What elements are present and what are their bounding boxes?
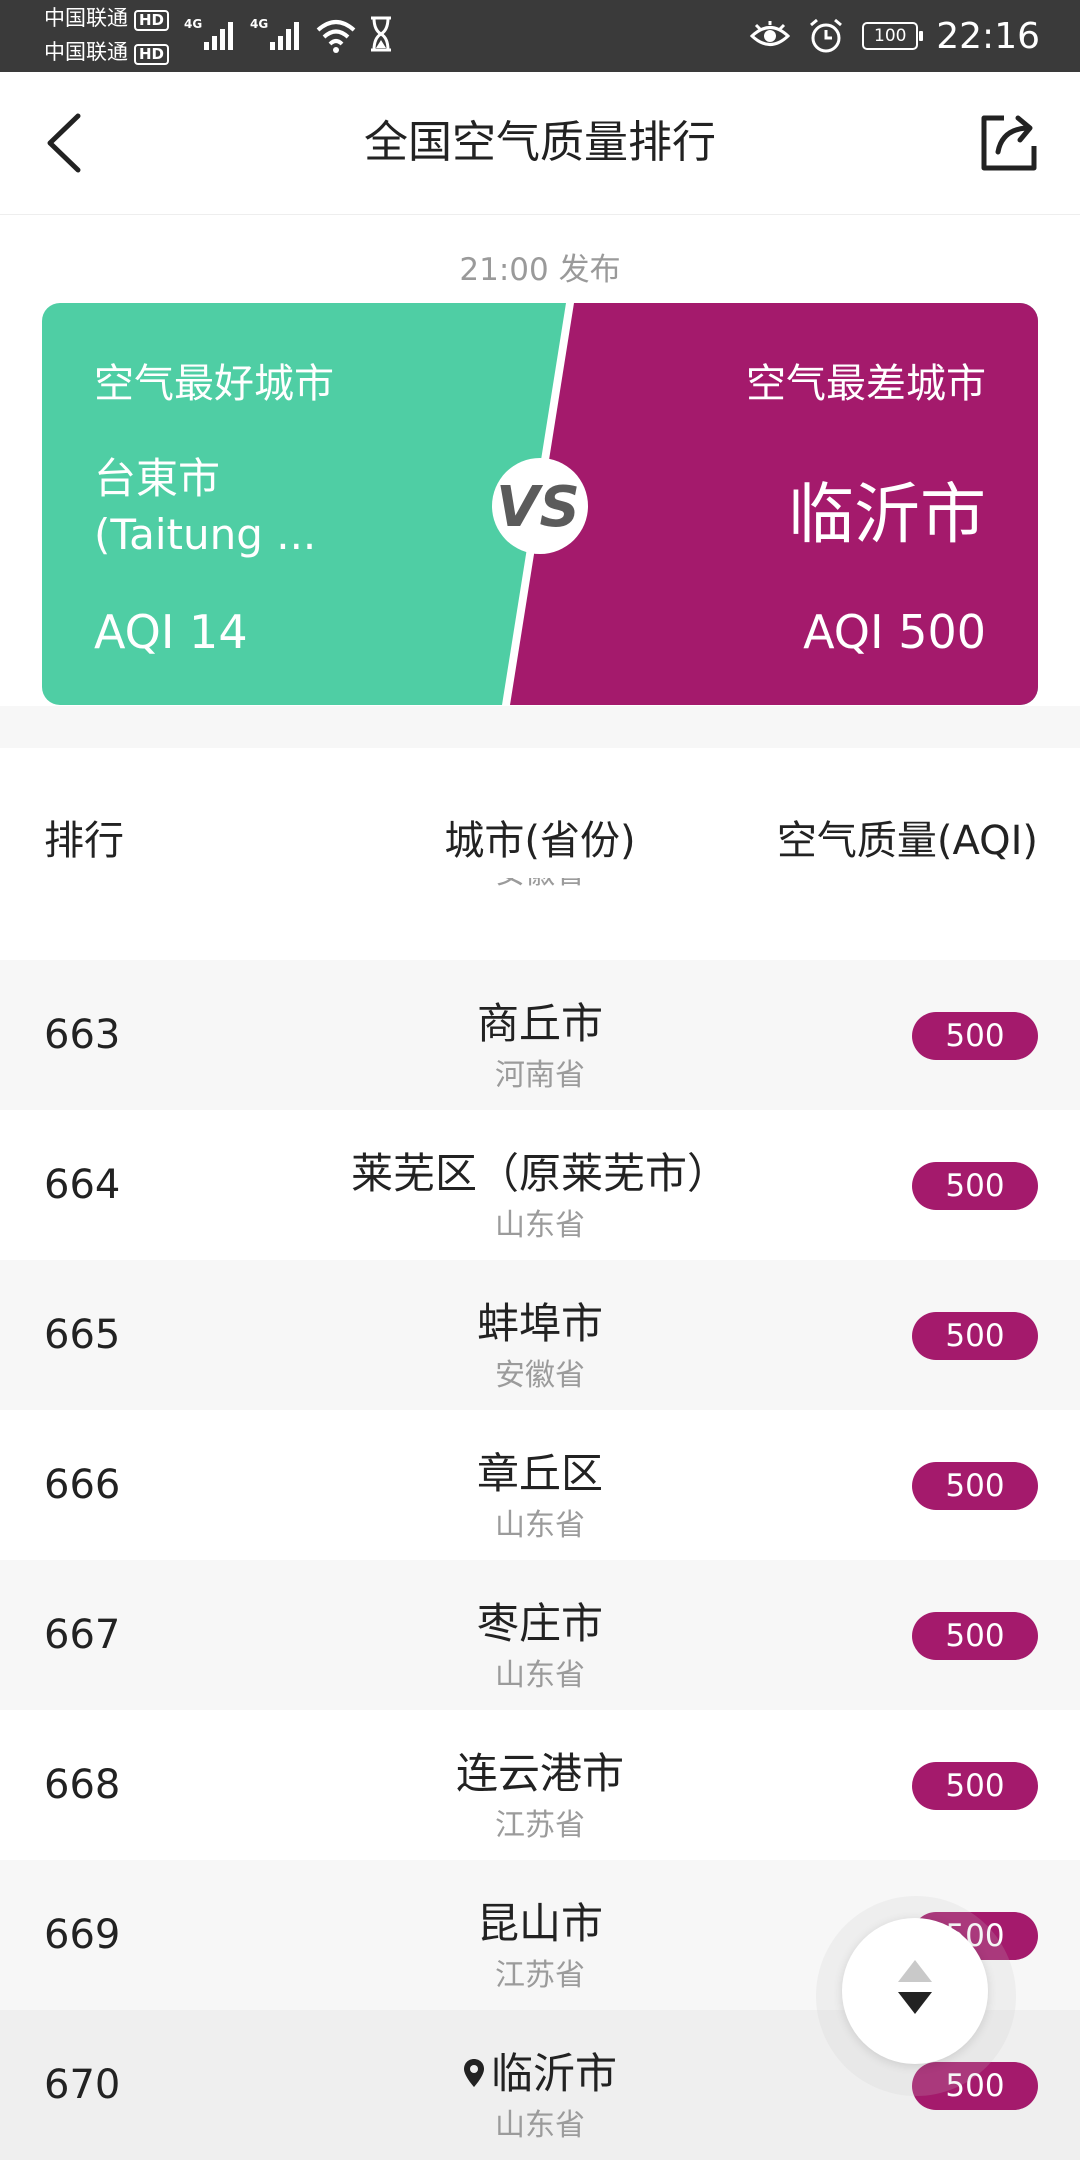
vs-icon: VS	[492, 458, 588, 554]
carrier-1-label: 中国联通	[44, 6, 128, 30]
scroll-toggle-button[interactable]	[842, 1918, 988, 2064]
carrier-2-label: 中国联通	[44, 40, 128, 64]
back-arrow-icon[interactable]	[40, 108, 100, 178]
publish-time: 21:00 发布	[459, 252, 621, 288]
battery-icon: 100	[862, 22, 924, 50]
table-row[interactable]: 668 连云港市 江苏省 500	[0, 1710, 1080, 1860]
row-province: 安徽省	[495, 1358, 585, 1393]
table-row[interactable]: 666 章丘区 山东省 500	[0, 1410, 1080, 1560]
best-city-name: 台東市 (Taitung ...	[94, 454, 317, 559]
row-province: 山东省	[495, 1508, 585, 1543]
cellular-signal-2-icon: 4G	[250, 17, 299, 50]
app-header: 全国空气质量排行	[0, 72, 1080, 215]
aqi-badge: 500	[912, 1162, 1038, 1210]
row-province: 河南省	[495, 1058, 585, 1093]
best-worst-card: 空气最好城市 台東市 (Taitung ... AQI 14 空气最差城市 临沂…	[42, 303, 1038, 705]
table-row[interactable]: 662 安徽省 500	[0, 878, 1080, 908]
best-city-label: 空气最好城市	[94, 361, 334, 407]
row-province: 安徽省	[0, 878, 1080, 892]
vs-label: VS	[496, 475, 580, 540]
status-bar: 中国联通 HD 中国联通 HD 4G 4G 100 22:16	[0, 0, 1080, 72]
row-province: 山东省	[495, 1208, 585, 1243]
network-type-2: 4G	[250, 17, 268, 31]
hourglass-icon	[371, 16, 391, 52]
worst-city-label: 空气最差城市	[746, 361, 986, 407]
alarm-icon	[810, 18, 843, 53]
wifi-icon	[316, 20, 356, 53]
aqi-badge: 500	[912, 1312, 1038, 1360]
worst-city-name: 临沂市	[788, 476, 986, 553]
aqi-badge: 500	[912, 1462, 1038, 1510]
table-row[interactable]: 664 莱芜区（原莱芜市） 山东省 500	[0, 1110, 1080, 1260]
table-row[interactable]: 665 蚌埠市 安徽省 500	[0, 1260, 1080, 1410]
row-province: 江苏省	[495, 1808, 585, 1843]
row-province: 山东省	[495, 1658, 585, 1693]
carrier-2: 中国联通 HD	[44, 40, 170, 65]
share-icon[interactable]	[978, 112, 1040, 174]
aqi-badge: 500	[912, 1612, 1038, 1660]
cellular-signal-1-icon: 4G	[184, 17, 233, 50]
status-right: 100 22:16	[750, 14, 1040, 58]
hd-badge-1: HD	[134, 10, 170, 31]
location-pin-icon	[463, 2058, 484, 2087]
clock: 22:16	[936, 15, 1040, 57]
eye-comfort-icon	[750, 21, 791, 46]
row-city-label: 临沂市	[490, 2049, 617, 2098]
table-row[interactable]: 663 商丘市 河南省 500	[0, 960, 1080, 1110]
aqi-badge: 500	[912, 1012, 1038, 1060]
network-type-1: 4G	[184, 17, 202, 31]
scroll-down-arrow-icon[interactable]	[898, 1992, 932, 2014]
table-row[interactable]: 667 枣庄市 山东省 500	[0, 1560, 1080, 1710]
scroll-up-arrow-icon[interactable]	[898, 1960, 932, 1982]
carrier-1: 中国联通 HD	[44, 6, 170, 31]
column-header-aqi: 空气质量(AQI)	[776, 818, 1038, 864]
page-title: 全国空气质量排行	[364, 117, 716, 168]
worst-city-aqi: AQI 500	[803, 605, 986, 659]
hd-badge-2: HD	[134, 44, 170, 65]
aqi-badge: 500	[912, 1762, 1038, 1810]
row-province: 山东省	[495, 2108, 585, 2143]
section-gap	[0, 706, 1080, 748]
best-city-aqi: AQI 14	[94, 605, 248, 659]
